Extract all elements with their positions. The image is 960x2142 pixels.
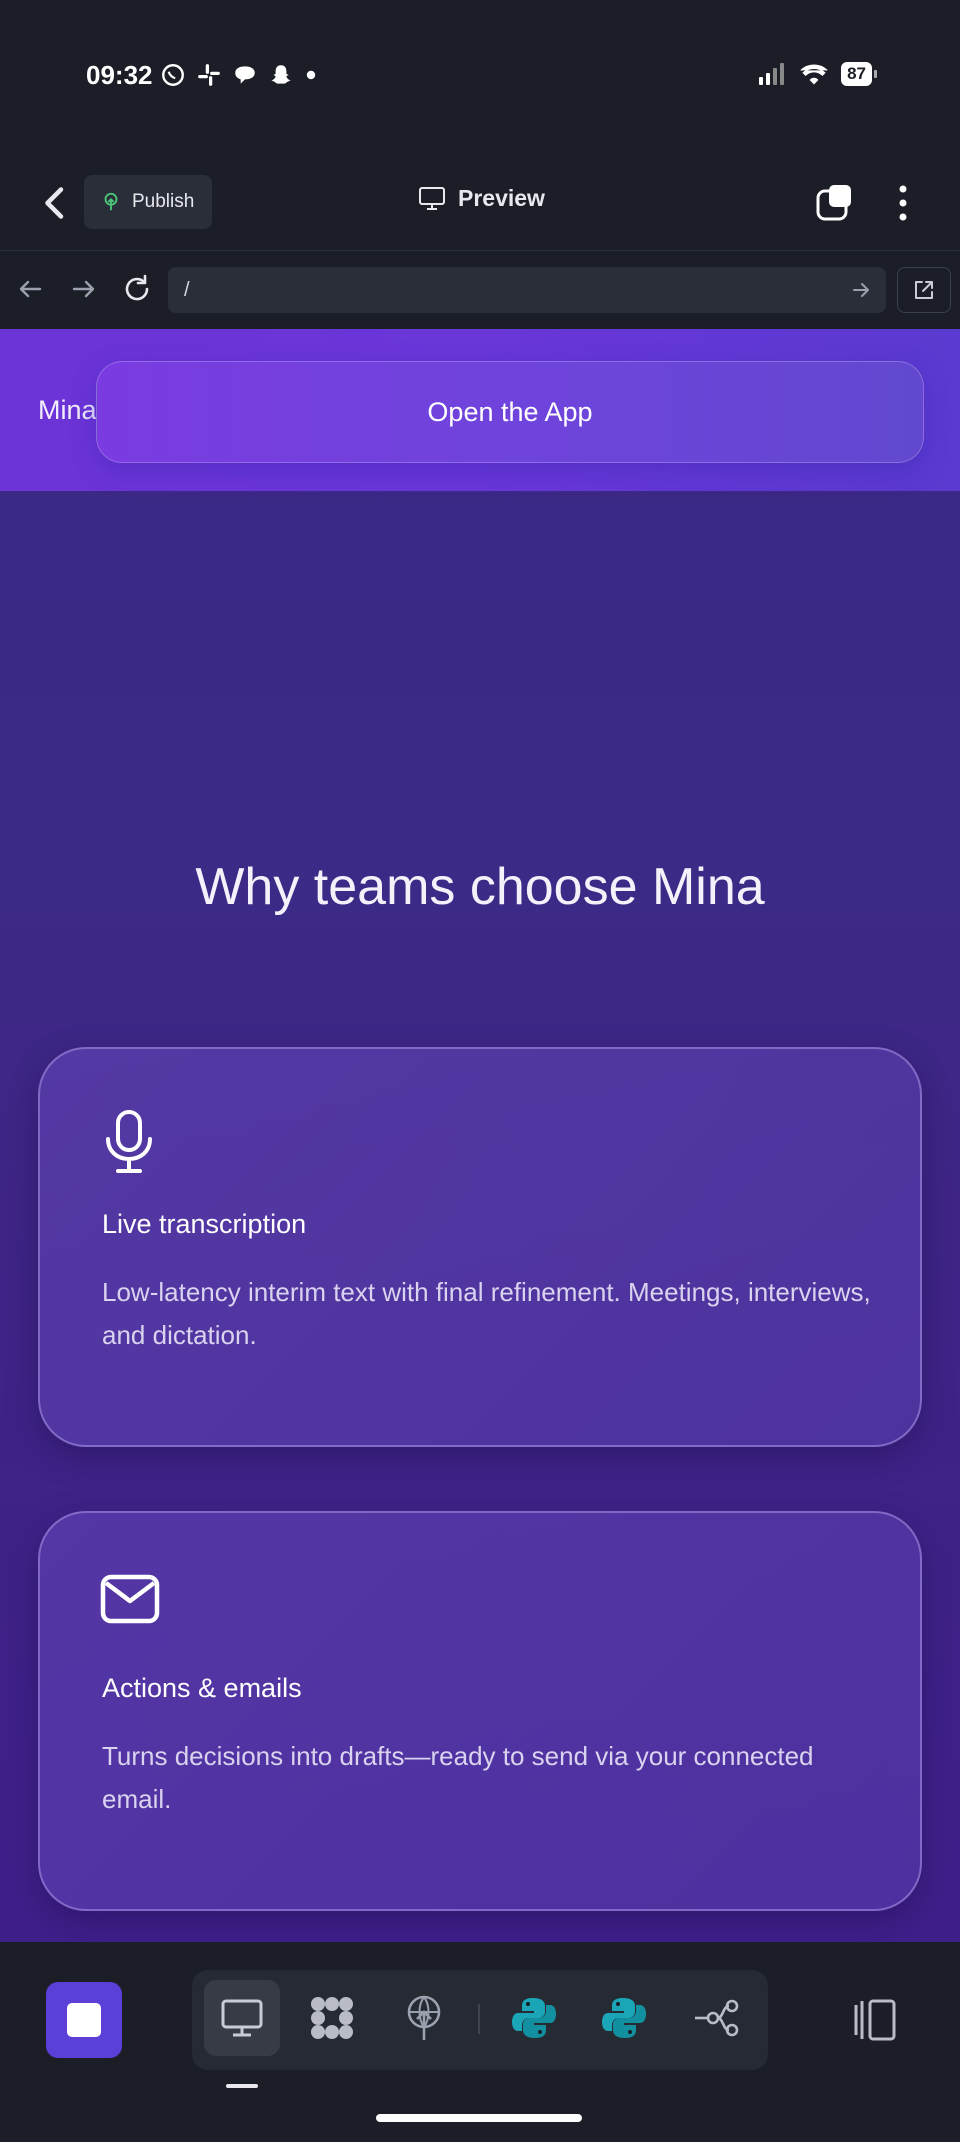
bottom-toolbar: [0, 1942, 960, 2142]
open-external-button[interactable]: [897, 267, 951, 313]
preview-title[interactable]: Preview: [418, 185, 545, 212]
section-title: Why teams choose Mina: [195, 858, 765, 916]
tabs-icon[interactable]: [815, 183, 855, 223]
nav-forward-icon[interactable]: [68, 273, 100, 305]
panel-toggle-icon[interactable]: [850, 1997, 898, 2043]
reload-icon[interactable]: [121, 273, 153, 305]
open-app-button[interactable]: Open the App: [96, 361, 924, 463]
go-arrow-icon[interactable]: [850, 279, 872, 301]
preview-label: Preview: [458, 185, 545, 211]
python-icon: [602, 1998, 646, 2038]
monitor-icon: [419, 186, 445, 210]
battery-level: 87: [841, 62, 877, 86]
tool-git[interactable]: [678, 1980, 754, 2056]
url-bar: /: [0, 251, 960, 330]
feature-card: Actions & emails Turns decisions into dr…: [38, 1511, 922, 1911]
home-indicator[interactable]: [376, 2114, 582, 2122]
feature-description: Low-latency interim text with final refi…: [102, 1277, 871, 1350]
external-link-icon: [915, 281, 933, 299]
stop-button[interactable]: [46, 1982, 122, 2058]
publish-button[interactable]: Publish: [84, 175, 212, 229]
chat-icon: [235, 66, 255, 84]
brand-name[interactable]: Mina: [38, 395, 97, 426]
url-value: /: [184, 278, 190, 301]
status-time: 09:32: [86, 60, 153, 90]
microphone-icon: [106, 1110, 152, 1173]
tool-python-1[interactable]: [496, 1980, 572, 2056]
status-bar: 09:32 87: [0, 0, 960, 155]
wifi-icon: [800, 64, 828, 85]
desktop-icon: [221, 1999, 263, 2037]
publish-icon: [104, 192, 118, 211]
feature-title: Actions & emails: [102, 1673, 302, 1703]
web-preview: Mina Open the App Why teams choose Mina …: [0, 329, 960, 1942]
whatsapp-icon: [162, 64, 184, 86]
tool-deploy[interactable]: [386, 1980, 462, 2056]
more-options-icon[interactable]: [888, 183, 918, 223]
app-toolbar: Publish Preview: [0, 155, 960, 251]
dot-icon: [306, 70, 316, 80]
snapchat-icon: [271, 65, 291, 84]
tool-separator: [478, 2004, 480, 2034]
python-icon: [512, 1998, 556, 2038]
signal-icon: [759, 63, 785, 85]
stop-icon: [67, 2003, 101, 2037]
tool-group: [192, 1970, 768, 2070]
feature-card: Live transcription Low-latency interim t…: [38, 1047, 922, 1447]
nav-back-icon[interactable]: [14, 273, 46, 305]
mail-icon: [100, 1574, 160, 1624]
url-input[interactable]: /: [168, 267, 886, 313]
deploy-icon: [407, 1995, 441, 2040]
publish-label: Publish: [132, 191, 195, 212]
tool-extensions[interactable]: [294, 1980, 370, 2056]
back-icon[interactable]: [40, 185, 70, 221]
feature-description: Turns decisions into drafts—ready to sen…: [102, 1741, 814, 1814]
tool-python-2[interactable]: [586, 1980, 662, 2056]
extensions-icon: [311, 1997, 353, 2039]
active-tab-indicator: [226, 2084, 258, 2088]
site-header: Mina Open the App: [0, 329, 960, 491]
feature-title: Live transcription: [102, 1209, 307, 1239]
slack-icon: [198, 64, 220, 86]
git-branch-icon: [695, 1999, 739, 2037]
tool-desktop[interactable]: [204, 1980, 280, 2056]
status-system-icons: 87: [759, 62, 877, 86]
status-app-icons: [160, 62, 318, 88]
